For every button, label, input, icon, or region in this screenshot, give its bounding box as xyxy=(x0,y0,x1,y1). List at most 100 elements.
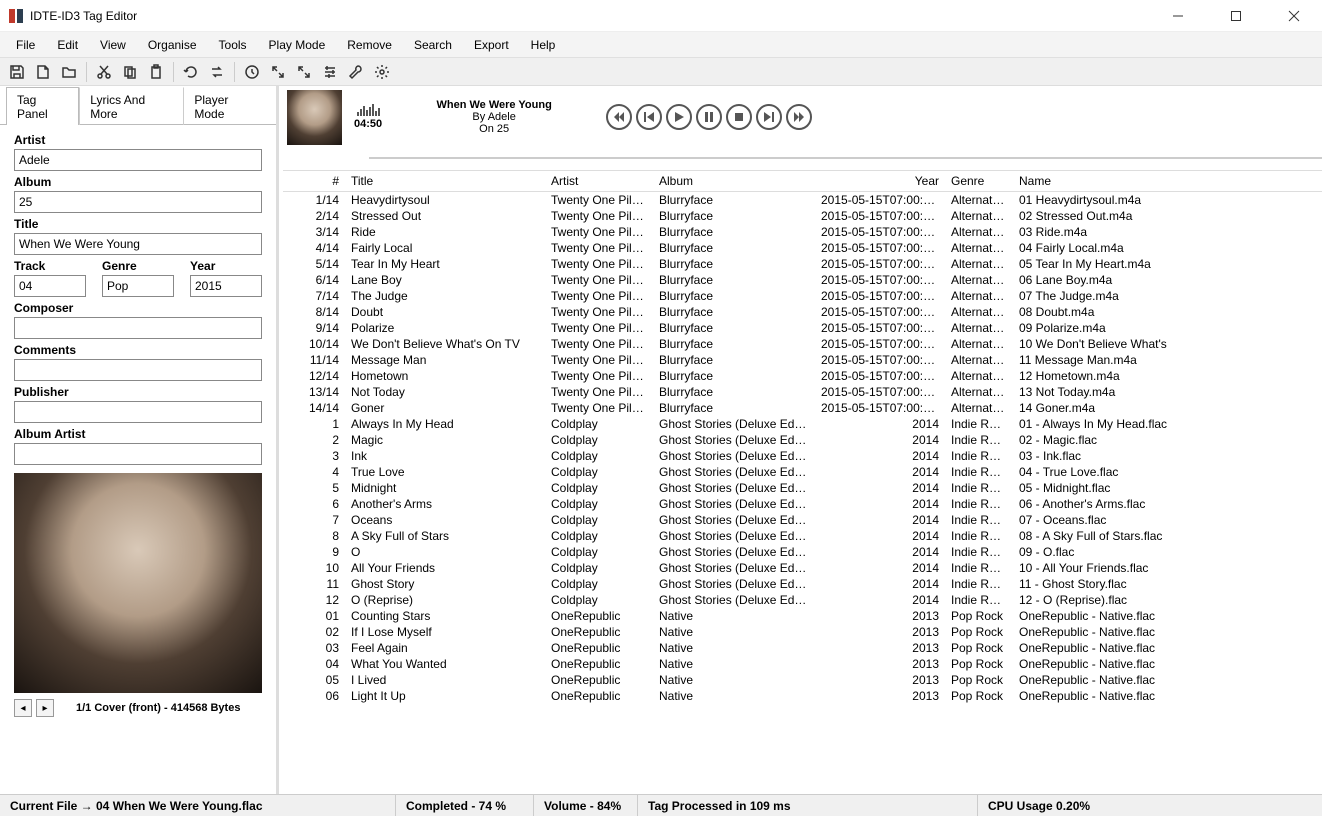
input-composer[interactable] xyxy=(14,317,262,339)
table-row[interactable]: 06Light It UpOneRepublicNative2013Pop Ro… xyxy=(283,688,1322,704)
col-name[interactable]: Name xyxy=(1013,171,1322,192)
input-publisher[interactable] xyxy=(14,401,262,423)
convert-icon[interactable] xyxy=(206,61,228,83)
input-year[interactable] xyxy=(190,275,262,297)
menu-organise[interactable]: Organise xyxy=(138,35,207,55)
table-row[interactable]: 7OceansColdplayGhost Stories (Deluxe Edi… xyxy=(283,512,1322,528)
table-row[interactable]: 05I LivedOneRepublicNative2013Pop RockOn… xyxy=(283,672,1322,688)
menu-view[interactable]: View xyxy=(90,35,136,55)
col-title[interactable]: Title xyxy=(345,171,545,192)
table-row[interactable]: 04What You WantedOneRepublicNative2013Po… xyxy=(283,656,1322,672)
col-artist[interactable]: Artist xyxy=(545,171,653,192)
label-album: Album xyxy=(14,175,262,189)
statusbar: Current File → 04 When We Were Young.fla… xyxy=(0,794,1322,816)
tab-tag-panel[interactable]: Tag Panel xyxy=(6,87,79,125)
label-comments: Comments xyxy=(14,343,262,357)
table-row[interactable]: 12/14HometownTwenty One PilotsBlurryface… xyxy=(283,368,1322,384)
table-row[interactable]: 5/14Tear In My HeartTwenty One PilotsBlu… xyxy=(283,256,1322,272)
wrench-icon[interactable] xyxy=(345,61,367,83)
table-row[interactable]: 7/14The JudgeTwenty One PilotsBlurryface… xyxy=(283,288,1322,304)
col-year[interactable]: Year xyxy=(815,171,945,192)
collapse-icon[interactable] xyxy=(267,61,289,83)
input-genre[interactable] xyxy=(102,275,174,297)
status-completed: Completed - 74 % xyxy=(396,795,534,816)
settings-icon[interactable] xyxy=(319,61,341,83)
seek-slider[interactable] xyxy=(369,150,1322,166)
table-row[interactable]: 9/14PolarizeTwenty One PilotsBlurryface2… xyxy=(283,320,1322,336)
table-row[interactable]: 8/14DoubtTwenty One PilotsBlurryface2015… xyxy=(283,304,1322,320)
menu-remove[interactable]: Remove xyxy=(337,35,402,55)
table-row[interactable]: 3/14RideTwenty One PilotsBlurryface2015-… xyxy=(283,224,1322,240)
table-row[interactable]: 2/14Stressed OutTwenty One PilotsBlurryf… xyxy=(283,208,1322,224)
refresh-icon[interactable] xyxy=(180,61,202,83)
maximize-button[interactable] xyxy=(1216,2,1256,30)
table-header-row[interactable]: # Title Artist Album Year Genre Name xyxy=(283,171,1322,192)
table-row[interactable]: 1/14HeavydirtysoulTwenty One PilotsBlurr… xyxy=(283,192,1322,209)
equalizer-icon xyxy=(357,104,380,116)
next-button[interactable] xyxy=(756,104,782,130)
table-row[interactable]: 11/14Message ManTwenty One PilotsBlurryf… xyxy=(283,352,1322,368)
menu-help[interactable]: Help xyxy=(521,35,566,55)
input-comments[interactable] xyxy=(14,359,262,381)
expand-icon[interactable] xyxy=(293,61,315,83)
menu-file[interactable]: File xyxy=(6,35,45,55)
album-art[interactable] xyxy=(14,473,262,693)
table-row[interactable]: 10/14We Don't Believe What's On TVTwenty… xyxy=(283,336,1322,352)
table-row[interactable]: 2MagicColdplayGhost Stories (Deluxe Edit… xyxy=(283,432,1322,448)
skip-forward-button[interactable] xyxy=(786,104,812,130)
cover-next-button[interactable]: ▸ xyxy=(36,699,54,717)
input-title[interactable] xyxy=(14,233,262,255)
table-row[interactable]: 4/14Fairly LocalTwenty One PilotsBlurryf… xyxy=(283,240,1322,256)
save-icon[interactable] xyxy=(6,61,28,83)
table-row[interactable]: 03Feel AgainOneRepublicNative2013Pop Roc… xyxy=(283,640,1322,656)
minimize-button[interactable] xyxy=(1158,2,1198,30)
open-file-icon[interactable] xyxy=(32,61,54,83)
table-row[interactable]: 11Ghost StoryColdplayGhost Stories (Delu… xyxy=(283,576,1322,592)
menu-edit[interactable]: Edit xyxy=(47,35,88,55)
status-file: Current File → 04 When We Were Young.fla… xyxy=(0,795,396,816)
input-albumartist[interactable] xyxy=(14,443,262,465)
stop-button[interactable] xyxy=(726,104,752,130)
table-row[interactable]: 14/14GonerTwenty One PilotsBlurryface201… xyxy=(283,400,1322,416)
cover-prev-button[interactable]: ◂ xyxy=(14,699,32,717)
menu-export[interactable]: Export xyxy=(464,35,519,55)
table-row[interactable]: 02If I Lose MyselfOneRepublicNative2013P… xyxy=(283,624,1322,640)
table-row[interactable]: 4True LoveColdplayGhost Stories (Deluxe … xyxy=(283,464,1322,480)
table-row[interactable]: 5MidnightColdplayGhost Stories (Deluxe E… xyxy=(283,480,1322,496)
horizontal-scrollbar[interactable] xyxy=(279,778,1322,794)
table-row[interactable]: 6Another's ArmsColdplayGhost Stories (De… xyxy=(283,496,1322,512)
open-folder-icon[interactable] xyxy=(58,61,80,83)
table-row[interactable]: 13/14Not TodayTwenty One PilotsBlurryfac… xyxy=(283,384,1322,400)
pause-button[interactable] xyxy=(696,104,722,130)
col-num[interactable]: # xyxy=(283,171,345,192)
tab-player[interactable]: Player Mode xyxy=(183,87,270,125)
play-button[interactable] xyxy=(666,104,692,130)
paste-icon[interactable] xyxy=(145,61,167,83)
tab-lyrics[interactable]: Lyrics And More xyxy=(79,87,183,125)
table-row[interactable]: 12O (Reprise)ColdplayGhost Stories (Delu… xyxy=(283,592,1322,608)
gear-icon[interactable] xyxy=(371,61,393,83)
cut-icon[interactable] xyxy=(93,61,115,83)
input-artist[interactable] xyxy=(14,149,262,171)
col-album[interactable]: Album xyxy=(653,171,815,192)
input-track[interactable] xyxy=(14,275,86,297)
tag-panel: Tag Panel Lyrics And More Player Mode Ar… xyxy=(0,86,279,794)
table-row[interactable]: 1Always In My HeadColdplayGhost Stories … xyxy=(283,416,1322,432)
menu-playmode[interactable]: Play Mode xyxy=(259,35,336,55)
col-genre[interactable]: Genre xyxy=(945,171,1013,192)
lookup-icon[interactable] xyxy=(241,61,263,83)
skip-back-button[interactable] xyxy=(606,104,632,130)
table-row[interactable]: 01Counting StarsOneRepublicNative2013Pop… xyxy=(283,608,1322,624)
input-album[interactable] xyxy=(14,191,262,213)
track-table[interactable]: # Title Artist Album Year Genre Name 1/1… xyxy=(283,171,1322,704)
table-row[interactable]: 3InkColdplayGhost Stories (Deluxe Editio… xyxy=(283,448,1322,464)
menu-tools[interactable]: Tools xyxy=(209,35,257,55)
menu-search[interactable]: Search xyxy=(404,35,462,55)
table-row[interactable]: 8A Sky Full of StarsColdplayGhost Storie… xyxy=(283,528,1322,544)
prev-button[interactable] xyxy=(636,104,662,130)
table-row[interactable]: 9OColdplayGhost Stories (Deluxe Edition)… xyxy=(283,544,1322,560)
table-row[interactable]: 10All Your FriendsColdplayGhost Stories … xyxy=(283,560,1322,576)
copy-icon[interactable] xyxy=(119,61,141,83)
table-row[interactable]: 6/14Lane BoyTwenty One PilotsBlurryface2… xyxy=(283,272,1322,288)
close-button[interactable] xyxy=(1274,2,1314,30)
